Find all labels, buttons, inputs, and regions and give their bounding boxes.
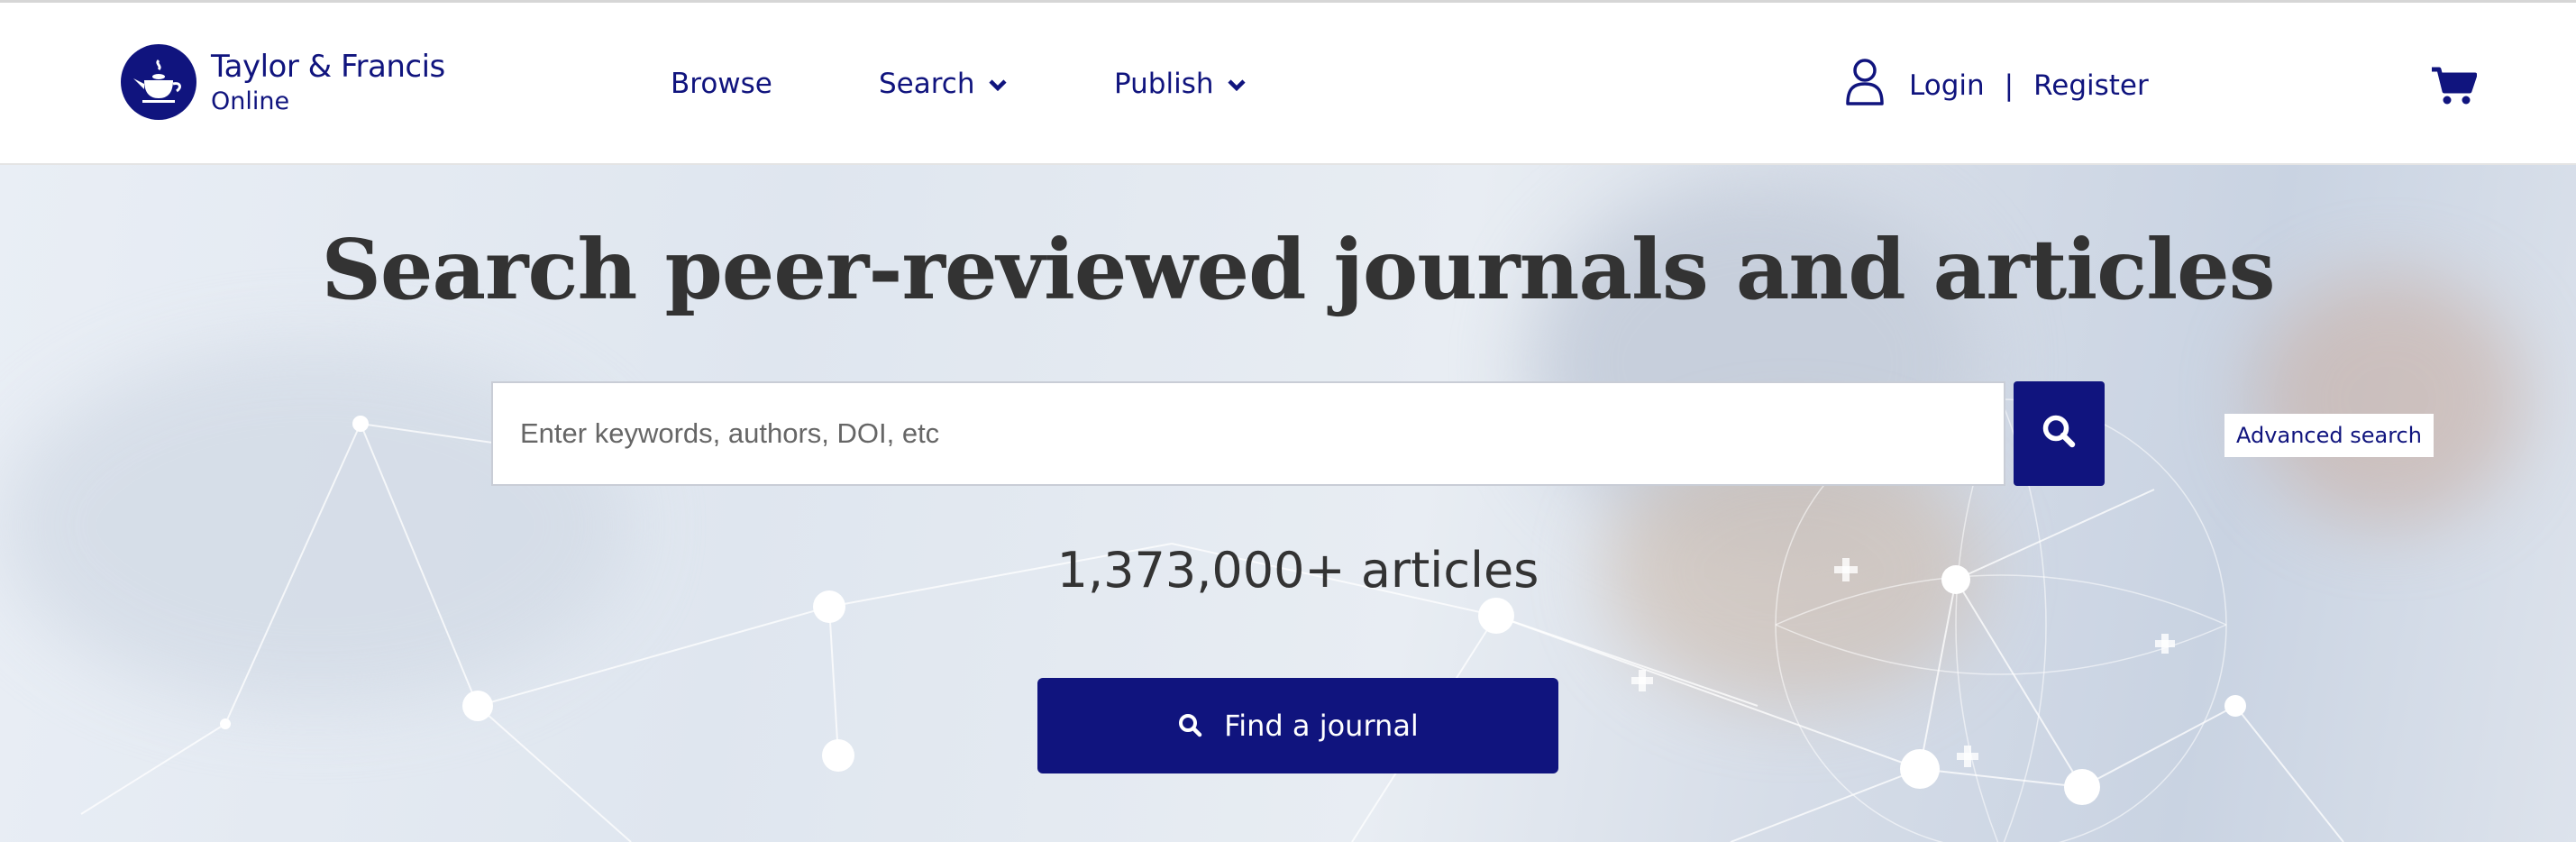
teapot-logo-icon	[121, 44, 196, 120]
search-icon	[1177, 712, 1204, 739]
article-count: 1,373,000+ articles	[1056, 542, 1539, 599]
nav-publish-label: Publish	[1114, 68, 1214, 100]
account-separator: |	[2004, 69, 2014, 102]
logo-name: Taylor & Francis	[211, 48, 445, 85]
user-icon[interactable]	[1844, 57, 1886, 114]
find-journal-label: Find a journal	[1224, 709, 1419, 743]
search-input[interactable]	[493, 383, 2004, 484]
account-links: Login | Register	[1844, 57, 2149, 114]
search-box	[491, 381, 2005, 486]
logo-sub: Online	[211, 87, 290, 115]
search-icon	[2040, 412, 2079, 456]
nav-browse[interactable]: Browse	[671, 68, 772, 100]
register-link[interactable]: Register	[2033, 69, 2149, 102]
hero-section: Search peer-reviewed journals and articl…	[0, 165, 2576, 842]
login-link[interactable]: Login	[1909, 69, 1985, 102]
hero-title: Search peer-reviewed journals and articl…	[321, 221, 2275, 318]
find-journal-button[interactable]: Find a journal	[1037, 678, 1558, 773]
search-button[interactable]	[2014, 381, 2105, 486]
advanced-search-link[interactable]: Advanced search	[2224, 414, 2434, 457]
chevron-down-icon	[1227, 68, 1247, 100]
logo-text: Taylor & Francis Online	[211, 51, 445, 114]
chevron-down-icon	[988, 68, 1008, 100]
nav-search-label: Search	[879, 68, 975, 100]
nav-search-dropdown[interactable]: Search	[879, 68, 1008, 100]
site-logo[interactable]: Taylor & Francis Online	[121, 44, 445, 120]
site-header: Taylor & Francis Online Browse Search Pu…	[0, 3, 2576, 165]
nav-publish-dropdown[interactable]: Publish	[1114, 68, 1247, 100]
nav-browse-label: Browse	[671, 68, 772, 100]
cart-icon[interactable]	[2430, 66, 2478, 110]
